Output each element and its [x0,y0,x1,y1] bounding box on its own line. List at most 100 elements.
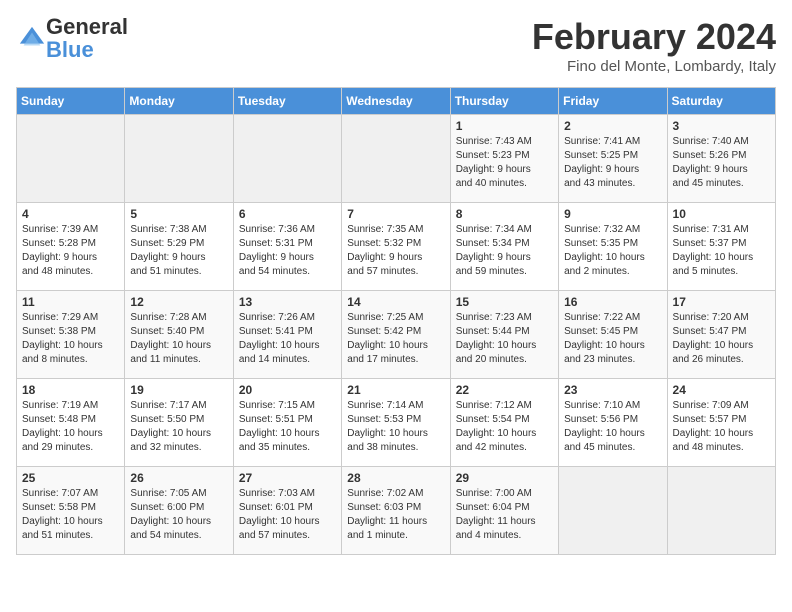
calendar-cell: 27Sunrise: 7:03 AM Sunset: 6:01 PM Dayli… [233,467,341,555]
day-info: Sunrise: 7:35 AM Sunset: 5:32 PM Dayligh… [347,223,444,279]
day-number: 20 [239,383,336,397]
calendar-cell: 16 Sunrise: 7:22 AM Sunset: 5:45 PM Dayli… [559,291,667,379]
calendar-cell: 15 Sunrise: 7:23 AM Sunset: 5:44 PM Dayli… [450,291,558,379]
calendar-cell: 29 Sunrise: 7:00 AM Sunset: 6:04 PM Dayli… [450,467,558,555]
calendar-cell: 12 Sunrise: 7:28 AM Sunset: 5:40 PM Dayli… [125,291,233,379]
day-info: Sunrise: 7:00 AM Sunset: 6:04 PM Dayligh… [456,487,553,543]
subtitle: Fino del Monte, Lombardy, Italy [532,58,776,75]
day-number: 13 [239,295,336,309]
day-info: Sunrise: 7:40 AM Sunset: 5:26 PM Dayligh… [673,135,770,191]
page-header: General Blue February 2024 Fino del Mont… [16,16,776,75]
day-header-monday: Monday [125,88,233,115]
day-number: 16 [564,295,661,309]
calendar-cell: 14 Sunrise: 7:25 AM Sunset: 5:42 PM Dayli… [342,291,450,379]
calendar-cell: 6 Sunrise: 7:36 AM Sunset: 5:31 PM Daylig… [233,203,341,291]
day-number: 21 [347,383,444,397]
day-info: Sunrise: 7:23 AM Sunset: 5:44 PM Dayligh… [456,311,553,367]
day-info: Sunrise: 7:39 AM Sunset: 5:28 PM Dayligh… [22,223,119,279]
day-info: Sunrise: 7:20 AM Sunset: 5:47 PM Dayligh… [673,311,770,367]
day-header-thursday: Thursday [450,88,558,115]
day-info: Sunrise: 7:38 AM Sunset: 5:29 PM Dayligh… [130,223,227,279]
day-number: 24 [673,383,770,397]
calendar-cell: 20 Sunrise: 7:15 AM Sunset: 5:51 PM Dayli… [233,379,341,467]
calendar-cell [667,467,775,555]
day-number: 14 [347,295,444,309]
calendar-cell [233,115,341,203]
calendar-cell: 28 Sunrise: 7:02 AM Sunset: 6:03 PM Dayli… [342,467,450,555]
logo-blue-text: Blue [46,37,94,62]
day-header-tuesday: Tuesday [233,88,341,115]
calendar-cell [17,115,125,203]
day-info: Sunrise: 7:34 AM Sunset: 5:34 PM Dayligh… [456,223,553,279]
calendar-cell [125,115,233,203]
day-info: Sunrise: 7:17 AM Sunset: 5:50 PM Dayligh… [130,399,227,455]
day-info: Sunrise: 7:10 AM Sunset: 5:56 PM Dayligh… [564,399,661,455]
calendar-cell: 19 Sunrise: 7:17 AM Sunset: 5:50 PM Dayli… [125,379,233,467]
day-number: 8 [456,207,553,221]
logo-icon [18,25,46,53]
day-info: Sunrise: 7:03 AM Sunset: 6:01 PM Dayligh… [239,487,336,543]
day-header-sunday: Sunday [17,88,125,115]
day-number: 3 [673,119,770,133]
calendar-week-3: 11 Sunrise: 7:29 AM Sunset: 5:38 PM Dayli… [17,291,776,379]
calendar-cell: 5 Sunrise: 7:38 AM Sunset: 5:29 PM Daylig… [125,203,233,291]
calendar-cell: 24Sunrise: 7:09 AM Sunset: 5:57 PM Dayli… [667,379,775,467]
day-info: Sunrise: 7:22 AM Sunset: 5:45 PM Dayligh… [564,311,661,367]
calendar-cell [559,467,667,555]
day-number: 26 [130,471,227,485]
day-number: 9 [564,207,661,221]
day-number: 2 [564,119,661,133]
title-block: February 2024 Fino del Monte, Lombardy, … [532,16,776,75]
day-number: 28 [347,471,444,485]
day-info: Sunrise: 7:02 AM Sunset: 6:03 PM Dayligh… [347,487,444,543]
calendar-cell [342,115,450,203]
day-info: Sunrise: 7:19 AM Sunset: 5:48 PM Dayligh… [22,399,119,455]
day-number: 11 [22,295,119,309]
day-number: 7 [347,207,444,221]
day-number: 29 [456,471,553,485]
day-info: Sunrise: 7:29 AM Sunset: 5:38 PM Dayligh… [22,311,119,367]
day-info: Sunrise: 7:36 AM Sunset: 5:31 PM Dayligh… [239,223,336,279]
day-number: 5 [130,207,227,221]
calendar-cell: 17 Sunrise: 7:20 AM Sunset: 5:47 PM Dayli… [667,291,775,379]
day-info: Sunrise: 7:41 AM Sunset: 5:25 PM Dayligh… [564,135,661,191]
logo-general-text: General [46,14,128,39]
day-info: Sunrise: 7:15 AM Sunset: 5:51 PM Dayligh… [239,399,336,455]
day-info: Sunrise: 7:12 AM Sunset: 5:54 PM Dayligh… [456,399,553,455]
calendar-cell: 1 Sunrise: 7:43 AM Sunset: 5:23 PM Daylig… [450,115,558,203]
calendar-body: 1 Sunrise: 7:43 AM Sunset: 5:23 PM Daylig… [17,115,776,555]
day-number: 25 [22,471,119,485]
calendar-week-4: 18 Sunrise: 7:19 AM Sunset: 5:48 PM Dayli… [17,379,776,467]
day-number: 6 [239,207,336,221]
day-info: Sunrise: 7:07 AM Sunset: 5:58 PM Dayligh… [22,487,119,543]
calendar-cell: 4Sunrise: 7:39 AM Sunset: 5:28 PM Daylig… [17,203,125,291]
calendar-table: SundayMondayTuesdayWednesdayThursdayFrid… [16,87,776,555]
calendar-cell: 11 Sunrise: 7:29 AM Sunset: 5:38 PM Dayli… [17,291,125,379]
calendar-cell: 26Sunrise: 7:05 AM Sunset: 6:00 PM Dayli… [125,467,233,555]
day-info: Sunrise: 7:43 AM Sunset: 5:23 PM Dayligh… [456,135,553,191]
day-header-wednesday: Wednesday [342,88,450,115]
calendar-cell: 22 Sunrise: 7:12 AM Sunset: 5:54 PM Dayli… [450,379,558,467]
day-number: 22 [456,383,553,397]
day-number: 10 [673,207,770,221]
day-number: 18 [22,383,119,397]
calendar-week-5: 25 Sunrise: 7:07 AM Sunset: 5:58 PM Dayli… [17,467,776,555]
day-number: 17 [673,295,770,309]
main-title: February 2024 [532,16,776,58]
day-number: 12 [130,295,227,309]
calendar-cell: 23Sunrise: 7:10 AM Sunset: 5:56 PM Dayli… [559,379,667,467]
calendar-cell: 18 Sunrise: 7:19 AM Sunset: 5:48 PM Dayli… [17,379,125,467]
day-info: Sunrise: 7:25 AM Sunset: 5:42 PM Dayligh… [347,311,444,367]
day-number: 1 [456,119,553,133]
calendar-cell: 3 Sunrise: 7:40 AM Sunset: 5:26 PM Daylig… [667,115,775,203]
calendar-cell: 9 Sunrise: 7:32 AM Sunset: 5:35 PM Daylig… [559,203,667,291]
calendar-cell: 13 Sunrise: 7:26 AM Sunset: 5:41 PM Dayli… [233,291,341,379]
day-number: 15 [456,295,553,309]
day-header-saturday: Saturday [667,88,775,115]
day-info: Sunrise: 7:26 AM Sunset: 5:41 PM Dayligh… [239,311,336,367]
calendar-cell: 25 Sunrise: 7:07 AM Sunset: 5:58 PM Dayli… [17,467,125,555]
calendar-cell: 10Sunrise: 7:31 AM Sunset: 5:37 PM Dayli… [667,203,775,291]
day-number: 19 [130,383,227,397]
day-info: Sunrise: 7:32 AM Sunset: 5:35 PM Dayligh… [564,223,661,279]
day-info: Sunrise: 7:28 AM Sunset: 5:40 PM Dayligh… [130,311,227,367]
